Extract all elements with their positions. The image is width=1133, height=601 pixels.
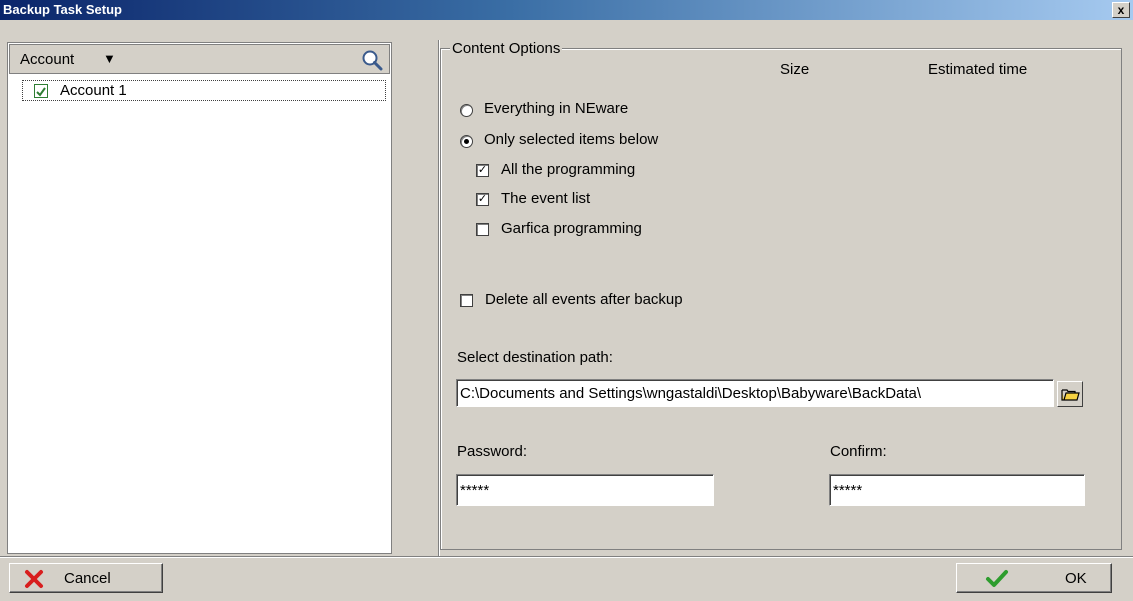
cancel-button[interactable]: Cancel	[9, 563, 163, 593]
close-icon: x	[1117, 3, 1125, 17]
delete-events-label[interactable]: Delete all events after backup	[485, 291, 683, 308]
account-list-item[interactable]: Account 1	[22, 80, 386, 101]
content-options-legend: Content Options	[450, 40, 563, 57]
destination-path-input[interactable]	[456, 379, 1054, 407]
password-label: Password:	[457, 443, 528, 460]
account-list-panel	[7, 42, 392, 554]
sort-arrow-icon[interactable]: ▼	[103, 51, 116, 66]
title-bar: Backup Task Setup x	[0, 0, 1133, 20]
confirm-password-field[interactable]	[829, 474, 1085, 506]
checkmark-icon	[36, 87, 46, 97]
account-column-header[interactable]: Account ▼	[9, 44, 390, 74]
programming-label[interactable]: All the programming	[501, 161, 635, 178]
garfica-label[interactable]: Garfica programming	[501, 220, 642, 237]
event-list-label[interactable]: The event list	[501, 190, 590, 207]
everything-radio[interactable]	[460, 104, 473, 117]
event-list-checkbox[interactable]: ✓	[476, 193, 489, 206]
delete-events-checkbox[interactable]	[460, 294, 473, 307]
ok-label: OK	[1065, 570, 1087, 587]
selected-items-label[interactable]: Only selected items below	[484, 131, 658, 148]
account-header-label: Account	[20, 51, 75, 68]
selected-items-radio[interactable]	[460, 135, 473, 148]
confirm-label: Confirm:	[830, 443, 887, 460]
account-name: Account 1	[60, 82, 127, 99]
estimated-time-column-header: Estimated time	[928, 61, 1028, 78]
window-title: Backup Task Setup	[3, 2, 122, 17]
close-button[interactable]: x	[1112, 2, 1130, 18]
size-column-header: Size	[780, 61, 810, 78]
red-x-icon	[25, 570, 43, 588]
cancel-label: Cancel	[64, 570, 111, 587]
ok-button[interactable]: OK	[956, 563, 1112, 593]
green-check-icon	[986, 570, 1008, 587]
browse-folder-button[interactable]	[1057, 381, 1083, 407]
destination-path-label: Select destination path:	[457, 349, 613, 366]
programming-checkbox[interactable]: ✓	[476, 164, 489, 177]
folder-icon	[1061, 389, 1080, 401]
everything-label[interactable]: Everything in NEware	[484, 100, 628, 117]
search-icon[interactable]	[360, 48, 384, 72]
account-checkbox[interactable]	[34, 84, 48, 98]
bottom-divider	[0, 556, 1133, 558]
garfica-checkbox[interactable]	[476, 223, 489, 236]
password-field[interactable]	[456, 474, 714, 506]
